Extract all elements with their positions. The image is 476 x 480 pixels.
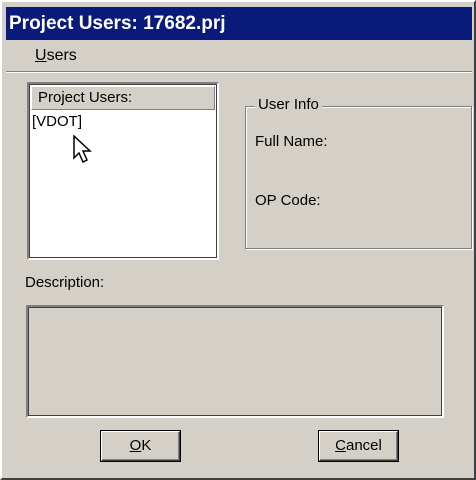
menu-users[interactable]: Users: [35, 47, 77, 65]
cancel-button[interactable]: Cancel: [319, 431, 398, 461]
ok-label: K: [141, 437, 152, 454]
mouse-pointer-icon: [73, 135, 92, 164]
description-label: Description:: [25, 274, 105, 291]
ok-mnemonic: O: [129, 437, 142, 454]
project-users-header[interactable]: Project Users:: [31, 86, 215, 110]
cancel-mnemonic: C: [335, 437, 346, 454]
cancel-label: ancel: [345, 437, 382, 454]
list-item[interactable]: [VDOT]: [31, 112, 83, 132]
user-info-group: [245, 106, 472, 249]
user-info-legend: User Info: [255, 96, 322, 113]
menu-users-label: sers: [46, 47, 77, 64]
menu-bar: Users: [6, 43, 472, 72]
project-users-list[interactable]: Project Users: [VDOT]: [27, 82, 219, 260]
op-code-label: OP Code:: [255, 192, 321, 209]
ok-button[interactable]: OK: [101, 431, 180, 461]
menu-users-mnemonic: U: [35, 47, 47, 64]
description-field[interactable]: [26, 305, 444, 418]
full-name-label: Full Name:: [255, 133, 328, 150]
dialog-window: Project Users: 17682.prj Users Project U…: [0, 0, 476, 480]
window-title: Project Users: 17682.prj: [6, 7, 472, 40]
